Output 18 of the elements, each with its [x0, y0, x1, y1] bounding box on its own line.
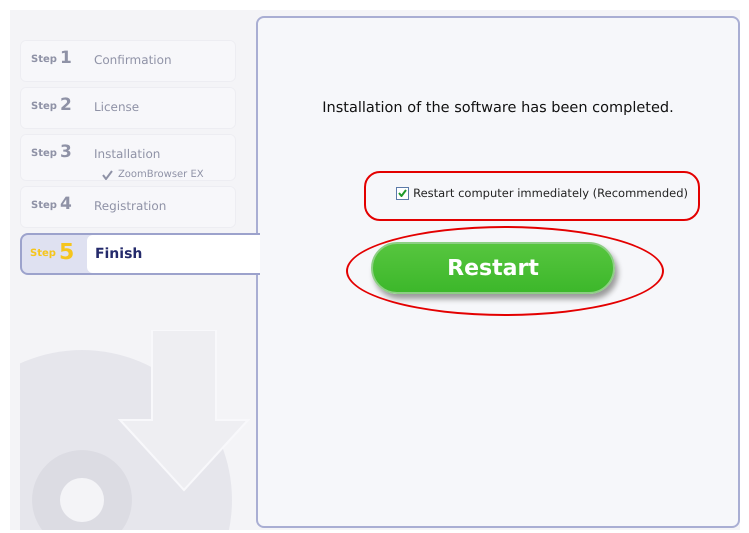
step-word: Step: [30, 247, 56, 261]
step-label: Confirmation: [94, 53, 172, 67]
step-number: 3: [60, 144, 73, 161]
step-label: License: [94, 100, 140, 114]
step-word: Step: [31, 199, 57, 213]
step-word: Step: [31, 147, 57, 161]
completion-message: Installation of the software has been completed.: [322, 100, 674, 116]
step-label: Registration: [94, 199, 166, 213]
sub-item-label: ZoomBrowser EX: [118, 169, 204, 180]
checkbox[interactable]: [396, 186, 410, 200]
step-number: 4: [60, 196, 73, 213]
step-label: Installation: [94, 147, 162, 161]
step-number: 2: [60, 97, 73, 114]
step-label: Finish: [86, 235, 260, 273]
step-number: 5: [58, 242, 76, 264]
step-word: Step: [31, 53, 57, 67]
step-word: Step: [31, 100, 57, 114]
step-number: 1: [60, 50, 73, 67]
